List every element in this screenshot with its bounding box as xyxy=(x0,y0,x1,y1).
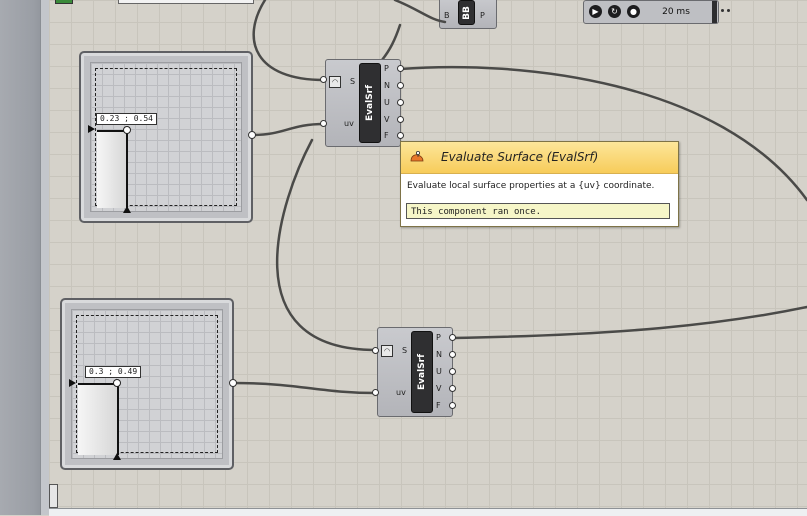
evalsrf-1-name: EvalSrf xyxy=(365,84,375,122)
slider-2-output-port[interactable] xyxy=(229,379,237,387)
evalsrf-1-output-f[interactable]: F xyxy=(384,131,389,140)
bb-component[interactable]: B BB P xyxy=(439,0,497,29)
slider-2-readout: 0.3 ; 0.49 xyxy=(85,366,142,378)
evalsrf-2-port-s[interactable] xyxy=(372,347,379,354)
timer-component[interactable]: ▶ ↻ ● 20 ms xyxy=(583,0,719,24)
slider-2-handle[interactable] xyxy=(113,379,121,387)
evalsrf-1-port-p[interactable] xyxy=(397,65,404,72)
evalsrf-2-port-uv[interactable] xyxy=(372,389,379,396)
stop-icon[interactable]: ● xyxy=(627,5,640,18)
top-input-field[interactable] xyxy=(118,0,254,4)
slider-1-readout: 0.23 ; 0.54 xyxy=(96,113,157,125)
slider-1-output-port[interactable] xyxy=(248,131,256,139)
evalsrf-2-port-u[interactable] xyxy=(449,368,456,375)
evalsrf-2-output-v[interactable]: V xyxy=(436,384,441,393)
evalsrf-1-port-s[interactable] xyxy=(320,76,327,83)
evalsrf-1-output-n[interactable]: N xyxy=(384,81,390,90)
tooltip-runtime-message: This component ran once. xyxy=(406,203,670,219)
play-icon[interactable]: ▶ xyxy=(589,5,602,18)
evalsrf-2-output-p[interactable]: P xyxy=(436,333,441,342)
timer-dot-2 xyxy=(727,9,730,12)
evalsrf-1-output-v[interactable]: V xyxy=(384,115,389,124)
tooltip-header: Evaluate Surface (EvalSrf) xyxy=(401,142,678,174)
tooltip-description: Evaluate local surface properties at a {… xyxy=(407,181,655,191)
evalsrf-1-core[interactable]: EvalSrf xyxy=(359,63,381,143)
evalsrf-component-1[interactable]: ◠ S uv EvalSrf P N U V F xyxy=(325,59,401,147)
evalsrf-2-port-v[interactable] xyxy=(449,385,456,392)
evalsrf-2-output-f[interactable]: F xyxy=(436,401,441,410)
md-slider-1[interactable]: 0.23 ; 0.54 xyxy=(79,51,253,223)
evalsrf-1-input-uv[interactable]: uv xyxy=(344,119,354,128)
slider-2-left-marker xyxy=(69,379,76,387)
slider-2-value-area xyxy=(78,383,119,455)
bb-name: BB xyxy=(461,5,472,20)
slider-1-left-marker xyxy=(88,125,95,133)
component-tooltip: Evaluate Surface (EvalSrf) Evaluate loca… xyxy=(400,141,679,227)
evalsrf-2-core[interactable]: EvalSrf xyxy=(411,331,433,413)
top-toggle[interactable] xyxy=(55,0,73,4)
surface-param-icon: ◠ xyxy=(329,76,341,88)
bb-core: BB xyxy=(458,0,475,25)
timer-dot-1 xyxy=(721,9,724,12)
evalsrf-1-port-v[interactable] xyxy=(397,116,404,123)
evalsrf-1-port-f[interactable] xyxy=(397,132,404,139)
left-panel xyxy=(0,0,49,515)
evalsrf-component-2[interactable]: ◠ S uv EvalSrf P N U V F xyxy=(377,327,453,417)
slider-1-handle[interactable] xyxy=(123,126,131,134)
slider-2-bottom-marker xyxy=(113,453,121,460)
timer-interval: 20 ms xyxy=(662,7,690,17)
bb-input-label: B xyxy=(444,11,450,20)
evalsrf-2-port-f[interactable] xyxy=(449,402,456,409)
md-slider-2[interactable]: 0.3 ; 0.49 xyxy=(60,298,234,470)
tooltip-title: Evaluate Surface (EvalSrf) xyxy=(441,150,599,164)
evalsrf-1-output-p[interactable]: P xyxy=(384,64,389,73)
bb-output-label: P xyxy=(480,11,485,20)
evalsrf-2-input-s[interactable]: S xyxy=(402,346,407,355)
slider-1-bottom-marker xyxy=(123,206,131,213)
evalsrf-1-output-u[interactable]: U xyxy=(384,98,390,107)
evalsrf-2-port-n[interactable] xyxy=(449,351,456,358)
canvas-corner-widget[interactable] xyxy=(49,484,58,508)
slider-1-value-area xyxy=(97,130,128,208)
evalsrf-1-port-u[interactable] xyxy=(397,99,404,106)
evalsrf-1-input-s[interactable]: S xyxy=(350,77,355,86)
evalsrf-2-output-n[interactable]: N xyxy=(436,350,442,359)
evalsrf-2-name: EvalSrf xyxy=(417,353,427,391)
timer-edge xyxy=(712,1,717,23)
evalsrf-1-port-uv[interactable] xyxy=(320,120,327,127)
evalsrf-2-output-u[interactable]: U xyxy=(436,367,442,376)
evalsrf-2-port-p[interactable] xyxy=(449,334,456,341)
step-icon[interactable]: ↻ xyxy=(608,5,621,18)
evalsrf-1-port-n[interactable] xyxy=(397,82,404,89)
evaluate-surface-icon xyxy=(410,151,424,162)
surface-param-icon: ◠ xyxy=(381,345,393,357)
left-panel-edge[interactable] xyxy=(40,0,49,515)
evalsrf-2-input-uv[interactable]: uv xyxy=(396,388,406,397)
